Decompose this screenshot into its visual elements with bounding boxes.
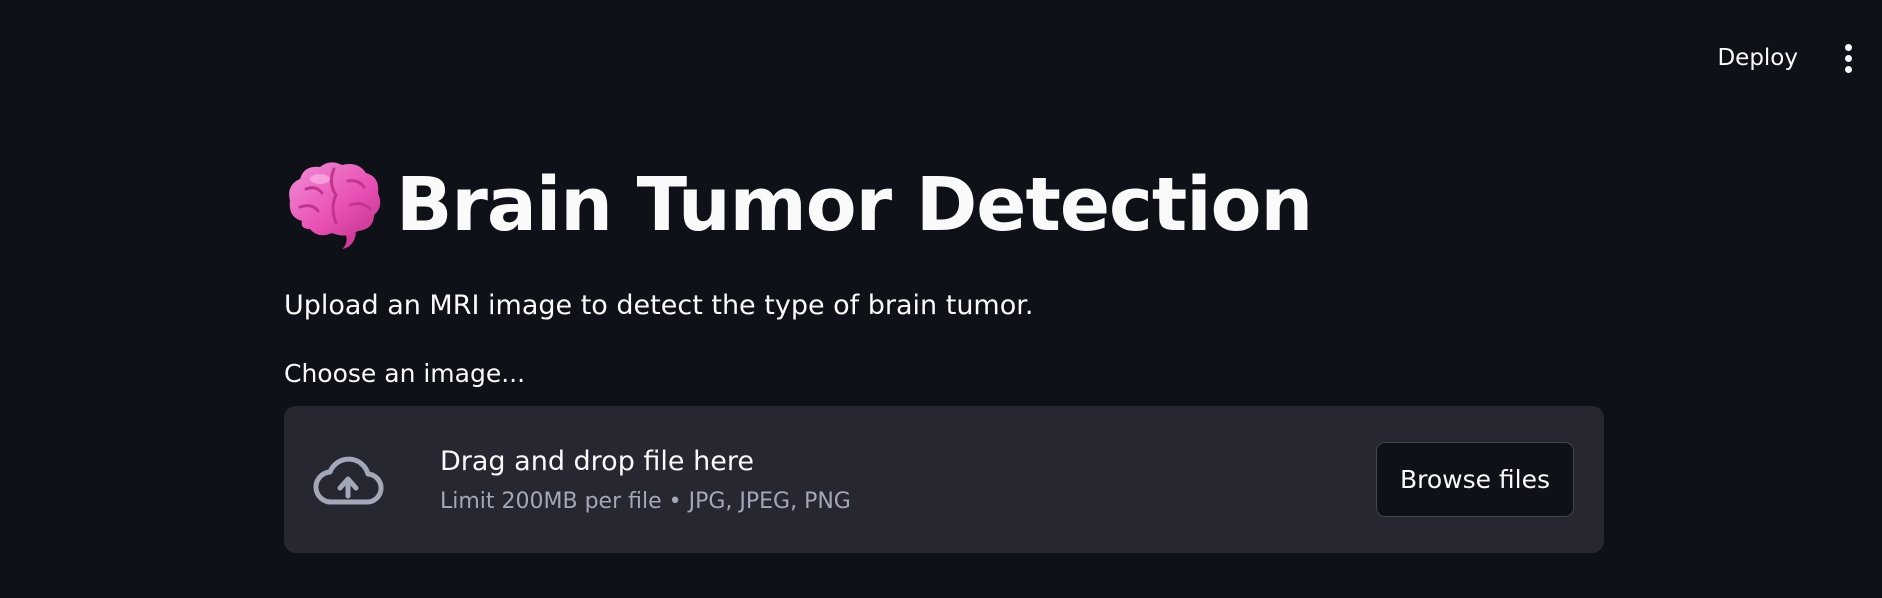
cloud-upload-icon [313, 456, 384, 505]
dropzone-text: Drag and drop file here Limit 200MB per … [440, 446, 1376, 514]
page-description: Upload an MRI image to detect the type o… [284, 290, 1034, 321]
main-content: Brain Tumor Detection Upload an MRI imag… [284, 150, 1604, 553]
dropzone-title: Drag and drop file here [440, 445, 754, 477]
brain-emoji-icon [289, 162, 381, 249]
file-dropzone[interactable]: Drag and drop file here Limit 200MB per … [284, 406, 1604, 553]
dropzone-limit: Limit 200MB per file • JPG, JPEG, PNG [440, 488, 851, 514]
page-title: Brain Tumor Detection [396, 162, 1313, 248]
deploy-button[interactable]: Deploy [1717, 45, 1798, 71]
uploader-label: Choose an image... [284, 359, 526, 388]
menu-dot [1844, 65, 1852, 73]
menu-dot [1844, 43, 1852, 51]
more-vertical-icon[interactable] [1838, 38, 1858, 78]
title-row: Brain Tumor Detection [284, 150, 1604, 260]
top-toolbar: Deploy [1717, 38, 1858, 78]
menu-dot [1844, 54, 1852, 62]
browse-files-button[interactable]: Browse files [1376, 442, 1574, 517]
